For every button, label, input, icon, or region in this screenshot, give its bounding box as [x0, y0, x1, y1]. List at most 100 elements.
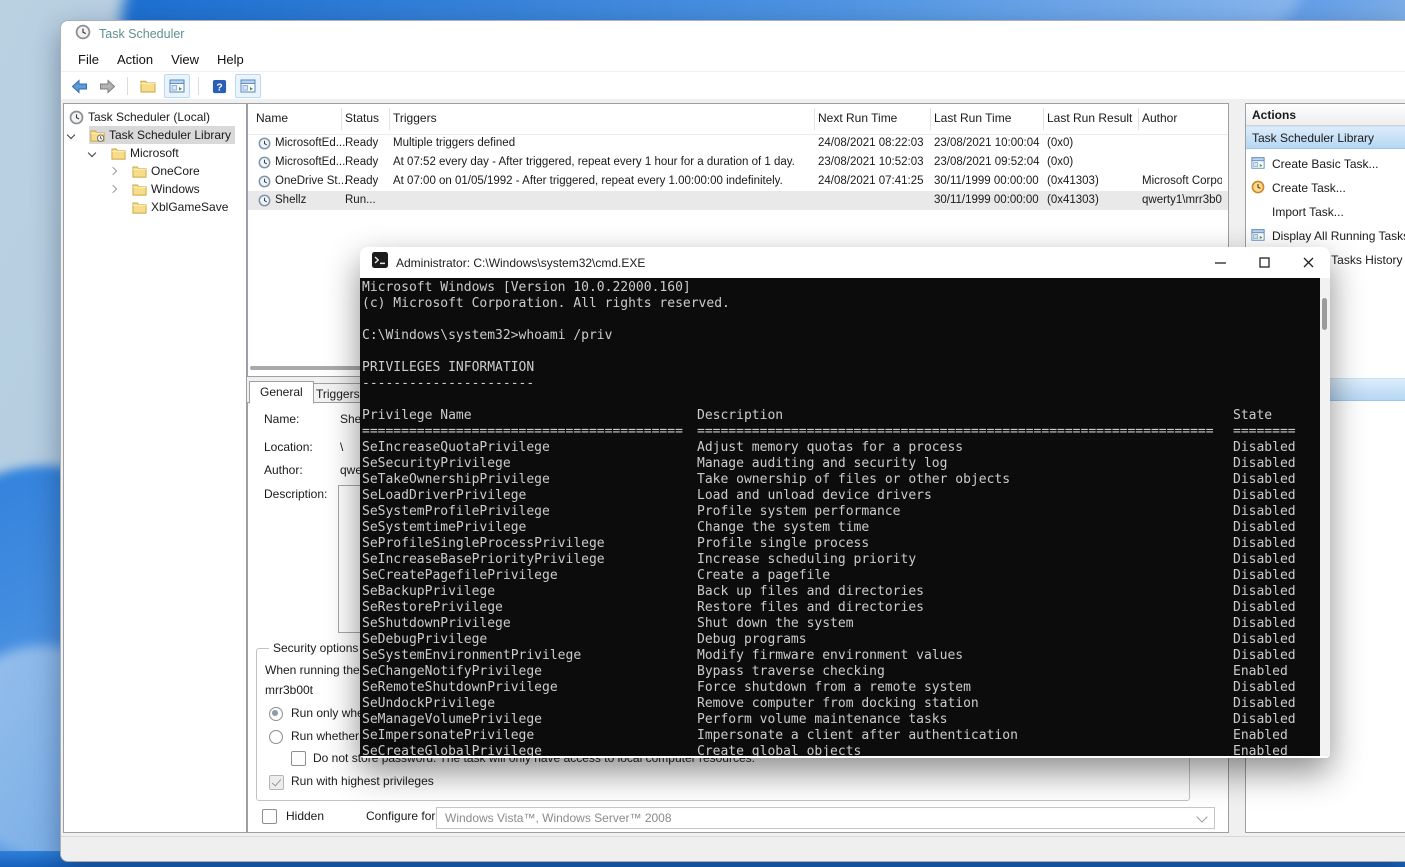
terminal-text: SeProfileSingleProcessPrivilege	[362, 536, 605, 552]
terminal-text: SeShutdownPrivilege	[362, 616, 511, 632]
terminal-text: Disabled	[1233, 456, 1296, 472]
cell-triggers: At 07:00 on 01/05/1992 - After triggered…	[393, 175, 814, 187]
highest-privileges-checkbox[interactable]	[269, 775, 284, 790]
action-display-all-running-tasks[interactable]: Display All Running Tasks	[1246, 224, 1405, 248]
terminal-line: Privilege NameDescriptionState	[360, 408, 1320, 424]
column-header-triggers[interactable]: Triggers	[393, 111, 437, 125]
tab-general[interactable]: General	[249, 381, 314, 404]
action-create-basic-task-[interactable]: Create Basic Task...	[1246, 152, 1405, 176]
task-clock-icon	[258, 137, 271, 153]
terminal-text: SeImpersonatePrivilege	[362, 728, 534, 744]
highest-privileges-label: Run with highest privileges	[291, 774, 434, 788]
chevron-expanded-icon[interactable]	[88, 149, 96, 157]
column-header-author[interactable]: Author	[1142, 111, 1177, 125]
tree-item-content: XblGameSave	[131, 198, 232, 216]
tree-item-label: XblGameSave	[151, 200, 228, 214]
task-row[interactable]: OneDrive St...ReadyAt 07:00 on 01/05/199…	[248, 172, 1228, 191]
forward-icon[interactable]	[95, 75, 119, 97]
terminal-text: SeRestorePrivilege	[362, 600, 503, 616]
back-icon[interactable]	[67, 75, 91, 97]
column-header-status[interactable]: Status	[345, 111, 379, 125]
menu-view[interactable]: View	[162, 49, 208, 70]
tree-item-microsoft[interactable]: Microsoft	[64, 144, 246, 162]
column-separator[interactable]	[341, 108, 342, 130]
terminal-text: SeCreateGlobalPrivilege	[362, 744, 542, 756]
run-only-logged-on-radio[interactable]	[269, 707, 283, 721]
security-options-legend: Security options	[269, 641, 362, 655]
terminal-text: Change the system time	[697, 520, 869, 536]
terminal-text: SeIncreaseQuotaPrivilege	[362, 440, 550, 456]
field-value-location: \	[340, 440, 343, 454]
terminal-text: Manage auditing and security log	[697, 456, 947, 472]
cmd-scrollbar-thumb[interactable]	[1322, 298, 1327, 330]
terminal-text: Force shutdown from a remote system	[697, 680, 971, 696]
configure-for-dropdown[interactable]: Windows Vista™, Windows Server™ 2008	[436, 807, 1215, 829]
terminal-text: Bypass traverse checking	[697, 664, 885, 680]
maximize-button[interactable]	[1242, 247, 1286, 277]
column-separator[interactable]	[814, 108, 815, 130]
clock-icon	[69, 110, 84, 125]
cmd-scrollbar-track[interactable]	[1320, 278, 1330, 756]
column-separator[interactable]	[1138, 108, 1139, 130]
terminal-text: SeRemoteShutdownPrivilege	[362, 680, 558, 696]
chevron-collapsed-icon[interactable]	[109, 185, 117, 193]
column-header-next-run-time[interactable]: Next Run Time	[818, 111, 897, 125]
column-header-name[interactable]: Name	[256, 111, 288, 125]
tree-item-content: Windows	[131, 180, 204, 198]
help-icon[interactable]: ?	[207, 75, 231, 97]
actions-context-header[interactable]: Task Scheduler Library	[1246, 126, 1405, 149]
chevron-down-icon	[1196, 811, 1207, 822]
terminal-line: Microsoft Windows [Version 10.0.22000.16…	[360, 280, 1320, 296]
terminal-text: Load and unload device drivers	[697, 488, 932, 504]
cmd-glyph	[372, 252, 388, 268]
close-button[interactable]	[1286, 247, 1330, 277]
terminal-text: SeLoadDriverPrivilege	[362, 488, 526, 504]
terminal-line: PRIVILEGES INFORMATION	[360, 360, 1320, 376]
action-create-task-[interactable]: Create Task...	[1246, 176, 1405, 200]
tree-item-label: Task Scheduler Library	[109, 128, 231, 142]
tree-item-task-scheduler-local-[interactable]: Task Scheduler (Local)	[64, 108, 246, 126]
tree-item-windows[interactable]: Windows	[64, 180, 246, 198]
task-row[interactable]: MicrosoftEd...ReadyMultiple triggers def…	[248, 134, 1228, 153]
terminal-line	[360, 312, 1320, 328]
column-separator[interactable]	[1043, 108, 1044, 130]
terminal-line: SeCreateGlobalPrivilegeCreate global obj…	[360, 744, 1320, 756]
chevron-expanded-icon[interactable]	[67, 131, 75, 139]
column-header-last-run-time[interactable]: Last Run Time	[934, 111, 1011, 125]
terminal-text: Debug programs	[697, 632, 807, 648]
folder-icon[interactable]	[136, 75, 160, 97]
tree-item-xblgamesave[interactable]: XblGameSave	[64, 198, 246, 216]
action-label: Create Task...	[1272, 181, 1346, 195]
titlebar[interactable]: Task Scheduler	[61, 21, 1405, 47]
column-separator[interactable]	[930, 108, 931, 130]
terminal-text: Disabled	[1233, 616, 1296, 632]
run-whether-radio[interactable]	[269, 730, 283, 744]
minimize-button[interactable]	[1198, 247, 1242, 277]
console-tree-icon[interactable]	[164, 74, 190, 98]
terminal-output[interactable]: Microsoft Windows [Version 10.0.22000.16…	[360, 278, 1320, 756]
menu-file[interactable]: File	[69, 49, 108, 70]
task-row[interactable]: MicrosoftEd...ReadyAt 07:52 every day - …	[248, 153, 1228, 172]
terminal-text: Disabled	[1233, 680, 1296, 696]
terminal-line: SeSecurityPrivilegeManage auditing and s…	[360, 456, 1320, 472]
action-pane-icon[interactable]	[235, 74, 261, 98]
cell-last_run: 23/08/2021 10:00:04	[934, 137, 1044, 149]
tree-item-onecore[interactable]: OneCore	[64, 162, 246, 180]
chevron-collapsed-icon[interactable]	[109, 167, 117, 175]
tree-item-task-scheduler-library[interactable]: Task Scheduler Library	[64, 126, 246, 144]
configure-for-label: Configure for:	[366, 809, 439, 823]
hidden-checkbox[interactable]	[262, 809, 277, 824]
terminal-text: Disabled	[1233, 472, 1296, 488]
menu-help[interactable]: Help	[208, 49, 253, 70]
cmd-titlebar[interactable]: Administrator: C:\Windows\system32\cmd.E…	[360, 247, 1330, 278]
menu-action[interactable]: Action	[108, 49, 162, 70]
terminal-line: SeProfileSingleProcessPrivilegeProfile s…	[360, 536, 1320, 552]
action-import-task-[interactable]: Import Task...	[1246, 200, 1405, 224]
terminal-line: ========================================…	[360, 424, 1320, 440]
task-row[interactable]: ShellzRun...30/11/1999 00:00:00(0x41303)…	[248, 191, 1228, 210]
column-header-last-run-result[interactable]: Last Run Result	[1047, 111, 1132, 125]
cell-last_result: (0x0)	[1047, 156, 1139, 168]
column-separator[interactable]	[389, 108, 390, 130]
cmd-body: Microsoft Windows [Version 10.0.22000.16…	[360, 278, 1330, 756]
no-password-checkbox[interactable]	[291, 751, 306, 766]
